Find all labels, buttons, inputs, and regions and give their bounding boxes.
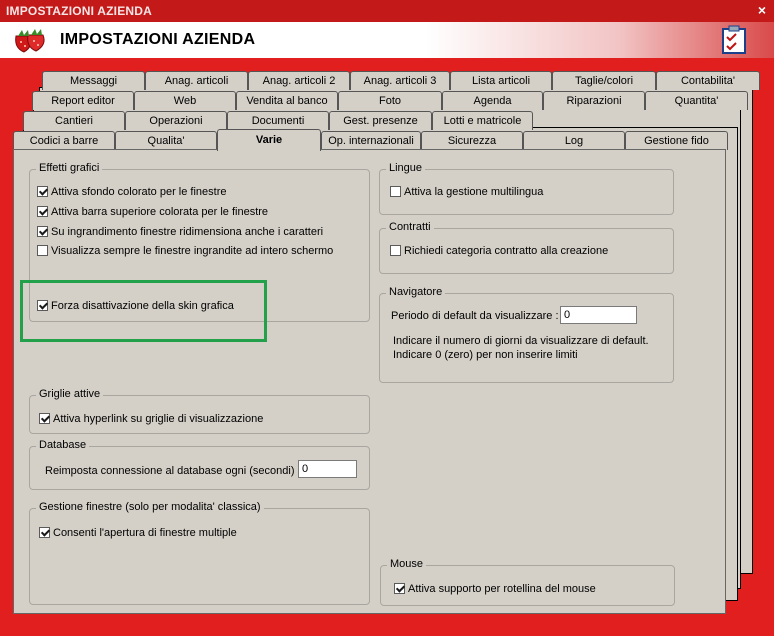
tab-log[interactable]: Log xyxy=(523,131,625,150)
group-contratti: Contratti Richiedi categoria contratto a… xyxy=(379,221,674,274)
checkbox-sfondo-colorato[interactable]: Attiva sfondo colorato per le finestre xyxy=(37,184,226,200)
group-lingue: Lingue Attiva la gestione multilingua xyxy=(379,162,674,215)
checkbox-barra-superiore[interactable]: Attiva barra superiore colorata per le f… xyxy=(37,204,268,220)
database-reconnect-label: Reimposta connessione al database ogni (… xyxy=(45,465,301,477)
checkbox-label: Su ingrandimento finestre ridimensiona a… xyxy=(51,226,324,238)
group-gestione-finestre: Gestione finestre (solo per modalita' cl… xyxy=(29,501,370,605)
tab-riparazioni[interactable]: Riparazioni xyxy=(543,91,645,110)
tab-quantita[interactable]: Quantita' xyxy=(645,91,748,110)
tab-anag-articoli-2[interactable]: Anag. articoli 2 xyxy=(248,71,350,90)
tab-documenti[interactable]: Documenti xyxy=(227,111,329,130)
checkbox-label: Attiva la gestione multilingua xyxy=(404,186,544,198)
group-griglie-attive: Griglie attive Attiva hyperlink su grigl… xyxy=(29,388,370,434)
tab-cantieri[interactable]: Cantieri xyxy=(23,111,125,130)
tab-qualita[interactable]: Qualita' xyxy=(115,131,217,150)
tab-foto[interactable]: Foto xyxy=(338,91,442,110)
checkbox-finestre-multiple[interactable]: Consenti l'apertura di finestre multiple xyxy=(39,525,237,541)
header-title: IMPOSTAZIONI AZIENDA xyxy=(60,31,256,48)
checkbox-label: Visualizza sempre le finestre ingrandite… xyxy=(51,245,334,257)
navigatore-note-2: Indicare 0 (zero) per non inserire limit… xyxy=(393,349,578,361)
close-icon[interactable]: × xyxy=(758,2,766,18)
checkbox-label: Attiva supporto per rotellina del mouse xyxy=(408,583,596,595)
checkbox-icon[interactable] xyxy=(390,185,401,197)
checkbox-ridimensiona-caratteri[interactable]: Su ingrandimento finestre ridimensiona a… xyxy=(37,224,323,240)
group-legend: Gestione finestre (solo per modalita' cl… xyxy=(36,501,264,513)
tab-anag-articoli[interactable]: Anag. articoli xyxy=(145,71,248,90)
checkbox-icon[interactable] xyxy=(394,582,405,594)
tab-report-editor[interactable]: Report editor xyxy=(32,91,134,110)
checkbox-icon[interactable] xyxy=(39,412,50,424)
checkbox-label: Consenti l'apertura di finestre multiple xyxy=(53,527,237,539)
group-legend: Database xyxy=(36,439,90,451)
group-database: Database Reimposta connessione al databa… xyxy=(29,439,370,490)
window-titlebar: IMPOSTAZIONI AZIENDA × xyxy=(0,0,774,22)
checkbox-icon[interactable] xyxy=(390,244,401,256)
tab-contabilita[interactable]: Contabilita' xyxy=(656,71,760,90)
highlight-box xyxy=(20,280,267,342)
group-mouse: Mouse Attiva supporto per rotellina del … xyxy=(380,558,675,606)
checkbox-rotellina-mouse[interactable]: Attiva supporto per rotellina del mouse xyxy=(394,581,596,597)
strawberry-icon xyxy=(10,26,52,57)
tab-messaggi[interactable]: Messaggi xyxy=(42,71,145,90)
checkbox-icon[interactable] xyxy=(39,526,50,538)
checkbox-intero-schermo[interactable]: Visualizza sempre le finestre ingrandite… xyxy=(37,243,333,259)
periodo-default-label: Periodo di default da visualizzare : xyxy=(391,310,559,322)
tab-web[interactable]: Web xyxy=(134,91,236,110)
tab-gest-presenze[interactable]: Gest. presenze xyxy=(329,111,432,130)
checkbox-icon[interactable] xyxy=(37,185,48,197)
group-legend: Navigatore xyxy=(386,286,446,298)
tab-anag-articoli-3[interactable]: Anag. articoli 3 xyxy=(350,71,450,90)
tab-vendita-al-banco[interactable]: Vendita al banco xyxy=(236,91,338,110)
group-legend: Griglie attive xyxy=(36,388,104,400)
group-legend: Contratti xyxy=(386,221,434,233)
tab-varie[interactable]: Varie xyxy=(217,129,321,151)
tab-operazioni[interactable]: Operazioni xyxy=(125,111,227,130)
tab-gestione-fido[interactable]: Gestione fido xyxy=(625,131,728,150)
group-legend: Lingue xyxy=(386,162,426,174)
group-navigatore: Navigatore Periodo di default da visuali… xyxy=(379,286,674,383)
checkbox-label: Attiva sfondo colorato per le finestre xyxy=(51,186,227,198)
checkbox-icon[interactable] xyxy=(37,225,48,237)
database-reconnect-input[interactable]: 0 xyxy=(298,460,357,478)
tab-lista-articoli[interactable]: Lista articoli xyxy=(450,71,552,90)
group-legend: Mouse xyxy=(387,558,427,570)
checkbox-label: Attiva barra superiore colorata per le f… xyxy=(51,206,269,218)
tab-lotti-e-matricole[interactable]: Lotti e matricole xyxy=(432,111,533,130)
checkbox-label: Attiva hyperlink su griglie di visualizz… xyxy=(53,413,264,425)
checkbox-attiva-hyperlink[interactable]: Attiva hyperlink su griglie di visualizz… xyxy=(39,411,263,427)
tab-panel-varie: Effetti grafici Attiva sfondo colorato p… xyxy=(13,149,726,614)
checkbox-icon[interactable] xyxy=(37,205,48,217)
tab-op-internazionali[interactable]: Op. internazionali xyxy=(321,131,421,150)
periodo-default-input[interactable]: 0 xyxy=(560,306,637,324)
header-banner: IMPOSTAZIONI AZIENDA xyxy=(0,22,774,58)
checkbox-icon[interactable] xyxy=(37,244,48,256)
checkbox-multilingua[interactable]: Attiva la gestione multilingua xyxy=(390,184,543,200)
checklist-icon[interactable] xyxy=(720,25,748,58)
group-legend: Effetti grafici xyxy=(36,162,103,174)
tab-taglie-colori[interactable]: Taglie/colori xyxy=(552,71,656,90)
tab-agenda[interactable]: Agenda xyxy=(442,91,543,110)
checkbox-categoria-contratto[interactable]: Richiedi categoria contratto alla creazi… xyxy=(390,243,608,259)
checkbox-label: Richiedi categoria contratto alla creazi… xyxy=(404,245,609,257)
tab-sicurezza[interactable]: Sicurezza xyxy=(421,131,523,150)
window-title: IMPOSTAZIONI AZIENDA xyxy=(6,4,152,18)
tab-codici-a-barre[interactable]: Codici a barre xyxy=(13,131,115,150)
